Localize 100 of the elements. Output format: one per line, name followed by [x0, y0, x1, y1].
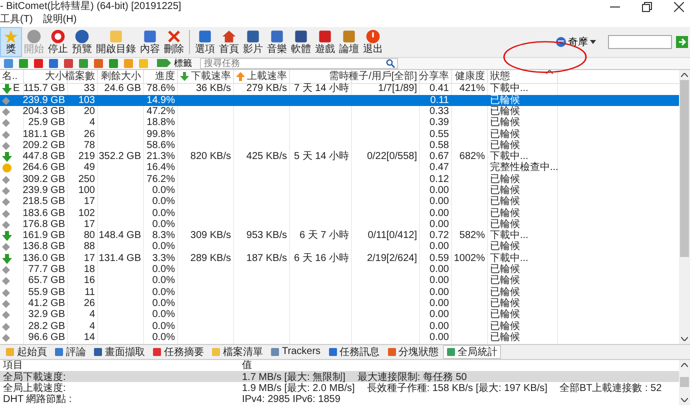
task-row[interactable]: 136.8 GB 88 0.0% 0.00 已輪候	[0, 242, 679, 254]
task-row[interactable]: 264.6 GB 49 16.4% 0.47 完整性檢查中...	[0, 162, 679, 174]
column-header[interactable]: 下載速率	[191, 70, 231, 84]
table-cell: 0.00	[430, 276, 449, 286]
column-header[interactable]: 進度	[155, 70, 175, 84]
panel-tab[interactable]: 起始頁	[2, 344, 50, 359]
toolbar-button[interactable]: 音樂	[265, 26, 289, 57]
toolbar-button[interactable]: 開啟目錄	[94, 26, 138, 57]
task-row[interactable]: 176.8 GB 17 0.0% 0.00 已輪候	[0, 219, 679, 231]
toolbar-icon[interactable]	[108, 58, 119, 69]
task-row[interactable]: 209.2 GB 78 58.6% 0.58 已輪候	[0, 140, 679, 152]
panel-tab[interactable]: Trackers	[267, 344, 324, 359]
task-row[interactable]: 32.9 GB 4 0.0% 0.00 已輪候	[0, 310, 679, 321]
table-cell: 264.6 GB	[22, 163, 65, 174]
toolbar-icon[interactable]	[78, 58, 89, 69]
panel-tab[interactable]: 任務摘要	[149, 344, 207, 359]
column-header[interactable]: 種子/用戶[全部]	[348, 70, 417, 84]
table-cell: 148.4 GB	[98, 231, 141, 242]
toolbar-icon[interactable]	[18, 58, 29, 69]
toolbar-button[interactable]: 影片	[241, 26, 265, 57]
stats-row[interactable]: DHT 網路節點 : IPv4: 2985 IPv6: 1859	[0, 394, 679, 405]
table-cell: 0.0%	[152, 288, 175, 298]
scroll-up-icon[interactable]	[681, 72, 688, 77]
column-header[interactable]: 狀態	[490, 70, 510, 84]
task-row[interactable]: 65.7 GB 16 0.0% 0.00 已輪候	[0, 276, 679, 288]
column-header[interactable]: 名..	[2, 70, 18, 84]
panel-tab[interactable]: 全局統計	[442, 344, 501, 359]
column-header[interactable]: 值	[239, 360, 252, 372]
toolbar-icon[interactable]	[33, 58, 44, 69]
task-row[interactable]: 28.2 GB 4 0.0% 0.00 已輪候	[0, 320, 679, 332]
task-row[interactable]: 161.9 GB 80 148.4 GB 8.3% 309 KB/s 953 KB/s 6 天 7 小時 0/11[0/412] 0.72 582% 下載中...	[0, 230, 679, 242]
column-header[interactable]: 上載速率	[247, 70, 287, 84]
tag-button[interactable]: 標籤	[153, 58, 196, 68]
table-cell: 682%	[459, 152, 485, 162]
scroll-down-icon[interactable]	[681, 398, 688, 402]
table-cell: 78.6%	[146, 84, 175, 94]
column-header[interactable]: 分享率	[419, 70, 449, 84]
restore-icon[interactable]	[642, 2, 652, 12]
table-cell: 7 天 14 小時	[294, 84, 349, 94]
search-field[interactable]: 搜尋任務	[200, 58, 398, 69]
task-row[interactable]: 96.6 GB 14 0.0% 0.00 已輪候	[0, 332, 679, 344]
task-row[interactable]: 309.2 GB 250 76.2% 0.12 已輪候	[0, 174, 679, 186]
panel-tab[interactable]: 畫面擷取	[90, 344, 148, 359]
search-engine-dropdown[interactable]: 奇摩	[556, 34, 604, 49]
scrollbar[interactable]	[679, 70, 690, 344]
toolbar-icon[interactable]	[48, 58, 59, 69]
panel-tab[interactable]: 檔案清單	[208, 344, 266, 359]
toolbar-button[interactable]: 停止	[46, 26, 70, 57]
task-row[interactable]: 204.3 GB 20 47.2% 0.33 已輪候	[0, 106, 679, 118]
toolbar-button[interactable]: 獎	[0, 26, 22, 57]
toolbar-button[interactable]: 選項	[193, 26, 217, 57]
task-row[interactable]: 181.1 GB 26 99.8% 0.55 已輪候	[0, 128, 679, 140]
stats-row[interactable]: 全局下載速度: 1.7 MB/s [最大: 無限制] 最大連接限制: 每任務 50	[0, 371, 679, 382]
task-row[interactable]: 447.8 GB 219 352.2 GB 21.3% 820 KB/s 425 KB/s 5 天 14 小時 0/22[0/558] 0.67 682% 下載中...	[0, 151, 679, 163]
toolbar-button[interactable]: 論壇	[337, 26, 361, 57]
task-row[interactable]: 25.9 GB 4 18.8% 0.39 已輪候	[0, 118, 679, 129]
panel-tab[interactable]: 評論	[51, 344, 89, 359]
panel-tab[interactable]: 任務訊息	[324, 344, 383, 359]
menu-item[interactable]: 說明(H)	[42, 14, 77, 26]
stats-row[interactable]: 全局上載速度: 1.9 MB/s [最大: 2.0 MB/s] 長效種子作種: 158 KB/s [最大: 197 KB/s] 全部BT上載連接數 : 52	[0, 382, 679, 394]
column-header[interactable]: 剩餘大小	[101, 70, 141, 84]
scroll-up-icon[interactable]	[681, 362, 688, 367]
task-row[interactable]: 55.9 GB 11 0.0% 0.00 已輪候	[0, 287, 679, 298]
table-cell: 78	[84, 140, 95, 151]
toolbar-button[interactable]: 預覽	[70, 26, 94, 57]
task-row[interactable]: 77.7 GB 18 0.0% 0.00 已輪候	[0, 264, 679, 276]
column-header[interactable]: 大小	[45, 70, 65, 84]
task-row[interactable]: 218.5 GB 17 0.0% 0.00 已輪候	[0, 196, 679, 208]
toolbar-button[interactable]: 軟體	[289, 26, 313, 57]
task-row[interactable]: 136.0 GB 17 131.4 GB 3.3% 289 KB/s 187 KB/s 6 天 16 小時 2/19[2/624] 0.59 1002% 下載中...	[0, 253, 679, 264]
stat-value: 長效種子作種: 158 KB/s [最大: 197 KB/s]	[366, 382, 548, 396]
toolbar-icon[interactable]	[3, 58, 14, 69]
toolbar-button[interactable]: 首頁	[217, 26, 241, 57]
panel-tab[interactable]: 分塊狀態	[384, 344, 442, 359]
close-icon[interactable]	[674, 2, 684, 12]
table-cell: 96.6 GB	[28, 332, 65, 343]
task-row[interactable]: 239.9 GB 100 0.0% 0.00 已輪候	[0, 185, 679, 197]
table-cell: 32.9 GB	[28, 310, 65, 320]
table-cell: 582%	[459, 231, 485, 242]
task-row[interactable]: 239.9 GB 103 14.9% 0.11 已輪候	[0, 94, 679, 106]
web-search-field[interactable]	[608, 34, 672, 49]
column-header[interactable]: 項目	[0, 360, 239, 372]
toolbar-button[interactable]: 遊戲	[313, 26, 337, 57]
go-arrow-icon[interactable]	[676, 36, 688, 48]
menu-item[interactable]: 工具(T)	[0, 14, 33, 26]
toolbar-icon[interactable]	[63, 58, 74, 69]
toolbar-button[interactable]: 刪除	[162, 26, 186, 57]
task-row[interactable]: 183.6 GB 102 0.0% 0.00 已輪候	[0, 208, 679, 220]
toolbar-icon[interactable]	[93, 58, 104, 69]
table-cell: 0.58	[430, 140, 449, 151]
toolbar-button[interactable]: 內容	[138, 26, 162, 57]
scrollbar[interactable]	[679, 360, 690, 405]
column-header[interactable]: 需時	[329, 70, 349, 84]
table-cell: 已輪候	[490, 208, 520, 219]
toolbar-button[interactable]: 退出	[361, 26, 385, 57]
table-cell: 0.00	[430, 186, 449, 196]
scroll-down-icon[interactable]	[681, 336, 688, 341]
task-row[interactable]: 41.2 GB 26 0.0% 0.00 已輪候	[0, 298, 679, 310]
column-header[interactable]: 健康度	[455, 70, 485, 84]
column-header[interactable]: 檔案數	[65, 70, 95, 84]
